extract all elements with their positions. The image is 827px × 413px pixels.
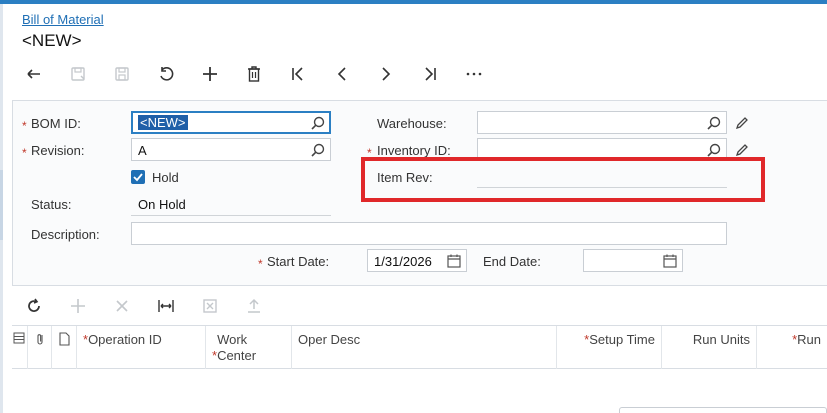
note-icon xyxy=(59,332,70,346)
column-label: Work Center xyxy=(217,332,257,363)
first-icon xyxy=(292,67,303,81)
save-close-icon xyxy=(71,67,85,81)
back-icon xyxy=(27,69,40,79)
attachment-column[interactable] xyxy=(28,326,52,370)
previous-record-button[interactable] xyxy=(320,60,364,88)
add-row-button[interactable] xyxy=(56,293,100,319)
checkmark-icon xyxy=(133,173,143,182)
add-icon xyxy=(203,67,217,81)
paperclip-icon xyxy=(37,334,43,345)
bottom-panel-edge xyxy=(619,407,827,413)
column-label: Run xyxy=(797,332,821,347)
add-button[interactable] xyxy=(188,60,232,88)
add-row-icon xyxy=(71,299,85,313)
column-label: Run Units xyxy=(692,332,750,347)
status-value: On Hold xyxy=(138,197,186,212)
export-excel-icon xyxy=(203,299,217,313)
search-icon[interactable] xyxy=(310,142,326,158)
save-close-button[interactable] xyxy=(56,60,100,88)
refresh-icon xyxy=(28,298,40,312)
hold-checkbox[interactable] xyxy=(131,170,145,184)
fit-columns-button[interactable] xyxy=(144,293,188,319)
column-oper-desc[interactable]: Oper Desc xyxy=(292,326,557,370)
main-toolbar xyxy=(12,60,496,88)
next-icon xyxy=(382,67,391,81)
undo-button[interactable] xyxy=(144,60,188,88)
grid-toolbar xyxy=(12,293,276,319)
back-button[interactable] xyxy=(12,60,56,88)
row-menu-icon xyxy=(13,332,25,344)
save-button[interactable] xyxy=(100,60,144,88)
bom-id-input[interactable]: <NEW> xyxy=(131,111,331,134)
delete-button[interactable] xyxy=(232,60,276,88)
inventory-id-label: Inventory ID: xyxy=(377,143,451,158)
column-run[interactable]: *Run xyxy=(757,326,827,370)
column-work-center[interactable]: *Work Center xyxy=(206,326,292,370)
warehouse-input[interactable] xyxy=(477,111,727,134)
edit-warehouse-icon[interactable] xyxy=(734,115,750,131)
start-date-label: Start Date: xyxy=(267,254,330,269)
first-record-button[interactable] xyxy=(276,60,320,88)
column-label: Operation ID xyxy=(88,332,162,347)
column-label: Oper Desc xyxy=(298,332,361,347)
status-underline xyxy=(131,215,331,216)
last-icon xyxy=(425,67,436,81)
upload-icon xyxy=(248,298,260,313)
grid-header: *Operation ID *Work Center Oper Desc *Se… xyxy=(12,325,827,370)
delete-icon xyxy=(248,66,260,82)
delete-row-icon xyxy=(116,300,128,312)
status-label: Status: xyxy=(31,197,72,212)
column-label: Setup Time xyxy=(589,332,655,347)
required-marker: * xyxy=(22,146,27,160)
revision-value: A xyxy=(138,143,147,158)
column-operation-id[interactable]: *Operation ID xyxy=(77,326,206,370)
description-label: Description: xyxy=(31,227,100,242)
bom-id-value: <NEW> xyxy=(138,115,188,130)
page-title: <NEW> xyxy=(22,31,82,50)
search-icon[interactable] xyxy=(706,142,722,158)
start-date-input[interactable]: 1/31/2026 xyxy=(367,249,467,272)
search-icon[interactable] xyxy=(706,115,722,131)
end-date-label: End Date: xyxy=(483,254,541,269)
upload-button[interactable] xyxy=(232,293,276,319)
fit-columns-icon xyxy=(158,300,174,312)
left-nav-strip-accent xyxy=(0,170,3,240)
undo-icon xyxy=(160,67,174,81)
previous-icon xyxy=(337,67,346,81)
row-selector-column[interactable] xyxy=(12,326,28,370)
hold-label: Hold xyxy=(152,170,179,185)
revision-label: Revision: xyxy=(31,143,85,158)
save-icon xyxy=(115,67,129,81)
top-accent-bar xyxy=(0,0,827,4)
note-column[interactable] xyxy=(52,326,77,370)
more-icon xyxy=(466,72,482,76)
bom-id-label: BOM ID: xyxy=(31,116,81,131)
revision-input[interactable]: A xyxy=(131,138,331,161)
last-record-button[interactable] xyxy=(408,60,452,88)
start-date-value: 1/31/2026 xyxy=(374,254,432,269)
calendar-icon[interactable] xyxy=(446,253,462,269)
column-setup-time[interactable]: *Setup Time xyxy=(557,326,662,370)
search-icon[interactable] xyxy=(310,115,326,131)
next-record-button[interactable] xyxy=(364,60,408,88)
required-marker: * xyxy=(258,257,263,271)
edit-inventory-icon[interactable] xyxy=(734,142,750,158)
required-marker: * xyxy=(22,119,27,133)
end-date-input[interactable] xyxy=(583,249,683,272)
breadcrumb[interactable]: Bill of Material xyxy=(22,12,104,27)
delete-row-button[interactable] xyxy=(100,293,144,319)
more-button[interactable] xyxy=(452,60,496,88)
column-run-units[interactable]: Run Units xyxy=(662,326,757,370)
highlight-box xyxy=(361,157,765,202)
description-input[interactable] xyxy=(131,222,727,245)
export-excel-button[interactable] xyxy=(188,293,232,319)
refresh-button[interactable] xyxy=(12,293,56,319)
calendar-icon[interactable] xyxy=(662,253,678,269)
warehouse-label: Warehouse: xyxy=(377,116,447,131)
